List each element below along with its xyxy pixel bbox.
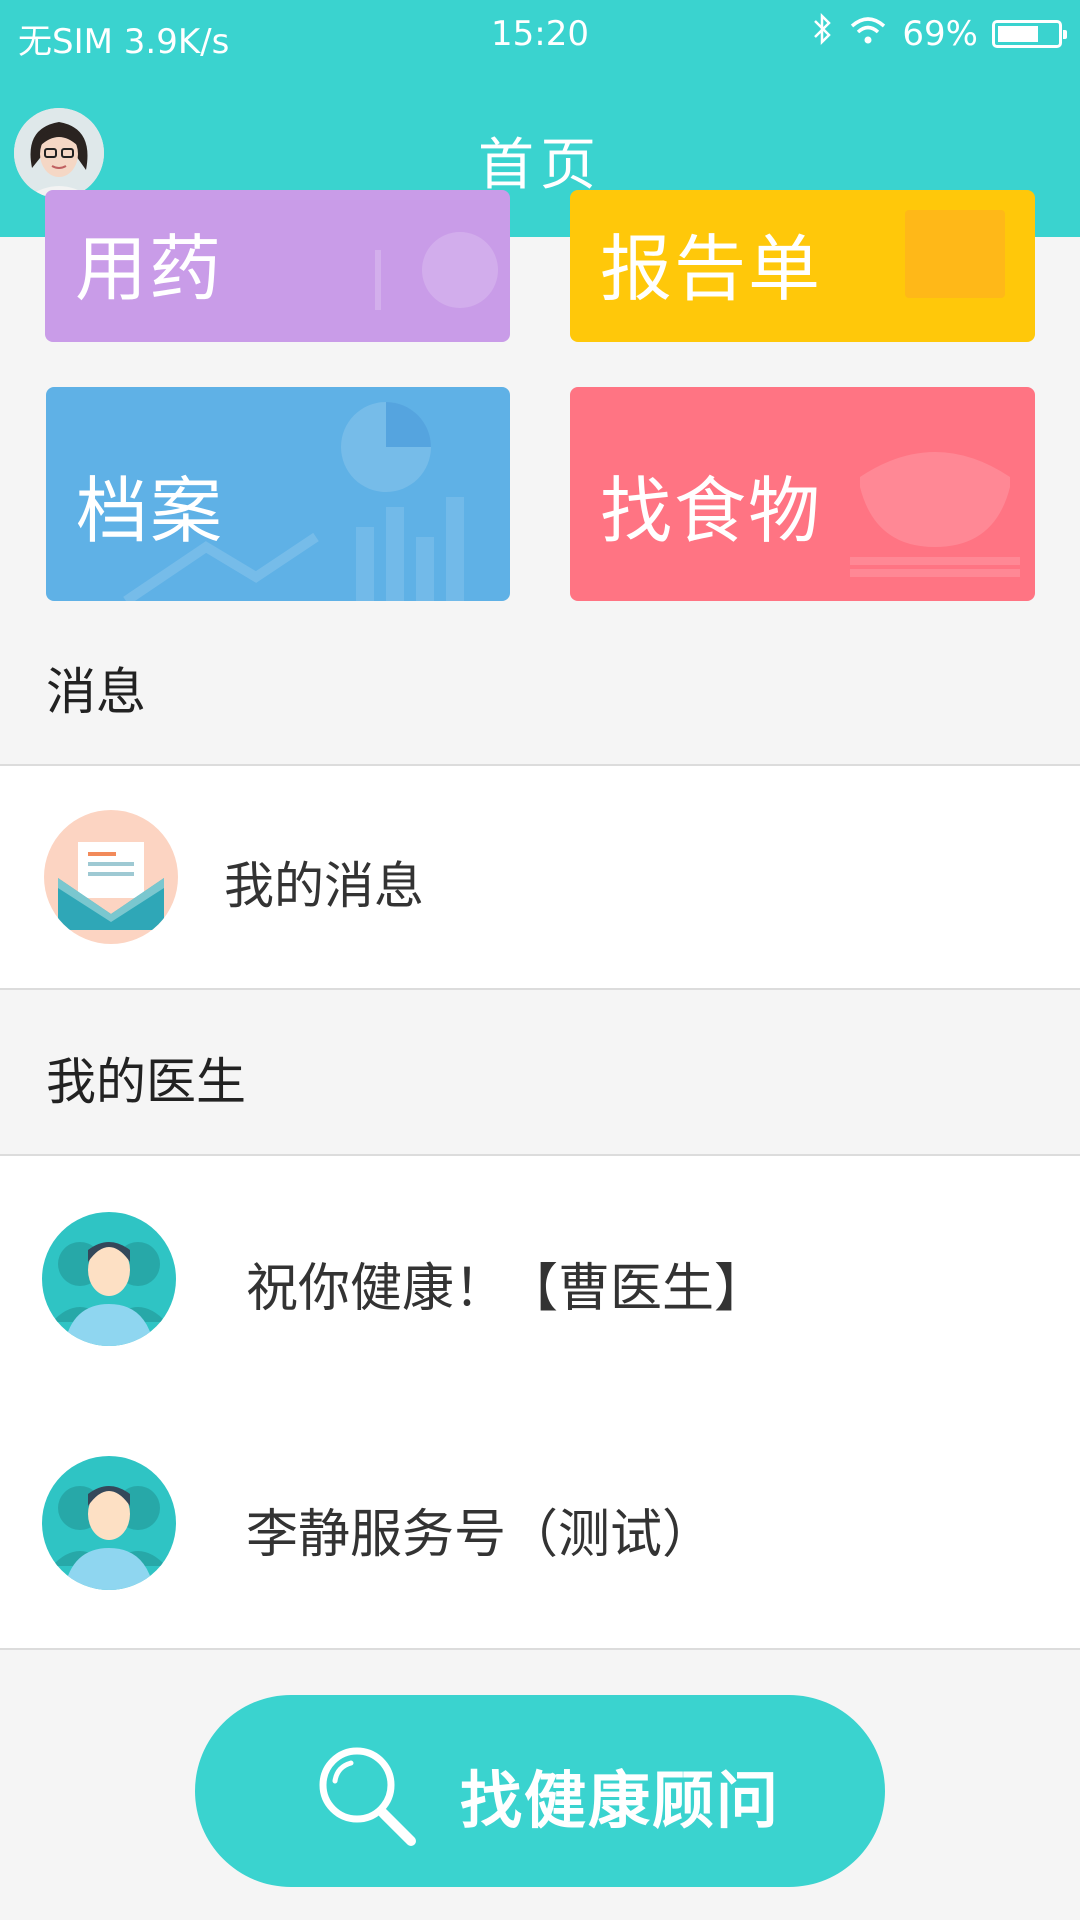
list-item-doctor[interactable]: 李静服务号（测试） xyxy=(0,1402,1080,1650)
find-health-advisor-button[interactable]: 找健康顾问 xyxy=(195,1695,885,1887)
tile-report-label: 报告单 xyxy=(600,227,823,311)
tile-records[interactable]: 档案 xyxy=(46,387,510,601)
status-bar: 无SIM 3.9K/s 15:20 69% xyxy=(0,0,1080,70)
section-title-my-doctors: 我的医生 xyxy=(46,1053,246,1111)
envelope-icon xyxy=(44,810,178,944)
doctor-avatar-icon xyxy=(42,1212,176,1346)
doctor-name-label: 祝你健康！【曹医生】 xyxy=(246,1259,767,1319)
page-title: 首页 xyxy=(478,133,602,198)
document-icon xyxy=(905,210,1005,324)
list-item-my-messages[interactable]: 我的消息 xyxy=(0,764,1080,990)
battery-percent: 69% xyxy=(902,13,978,54)
wifi-icon xyxy=(848,14,888,54)
tile-find-food[interactable]: 找食物 xyxy=(570,387,1035,601)
doctor-name-label: 李静服务号（测试） xyxy=(246,1505,715,1565)
tile-report[interactable]: 报告单 xyxy=(570,190,1035,342)
tile-find-food-label: 找食物 xyxy=(600,469,823,553)
status-icons: 69% xyxy=(812,12,1067,55)
search-icon xyxy=(313,1741,423,1851)
pill-icon xyxy=(365,230,505,334)
battery-icon xyxy=(992,19,1067,48)
my-messages-label: 我的消息 xyxy=(224,857,424,915)
doctor-avatar-icon xyxy=(42,1456,176,1590)
list-item-doctor[interactable]: 祝你健康！【曹医生】 xyxy=(0,1154,1080,1404)
tile-medication-label: 用药 xyxy=(75,227,224,311)
section-title-messages: 消息 xyxy=(46,663,146,721)
food-bowl-icon xyxy=(850,417,1020,581)
tile-medication[interactable]: 用药 xyxy=(45,190,510,342)
chart-icon xyxy=(86,387,510,601)
bluetooth-icon xyxy=(812,12,834,55)
find-health-advisor-label: 找健康顾问 xyxy=(460,1764,781,1837)
